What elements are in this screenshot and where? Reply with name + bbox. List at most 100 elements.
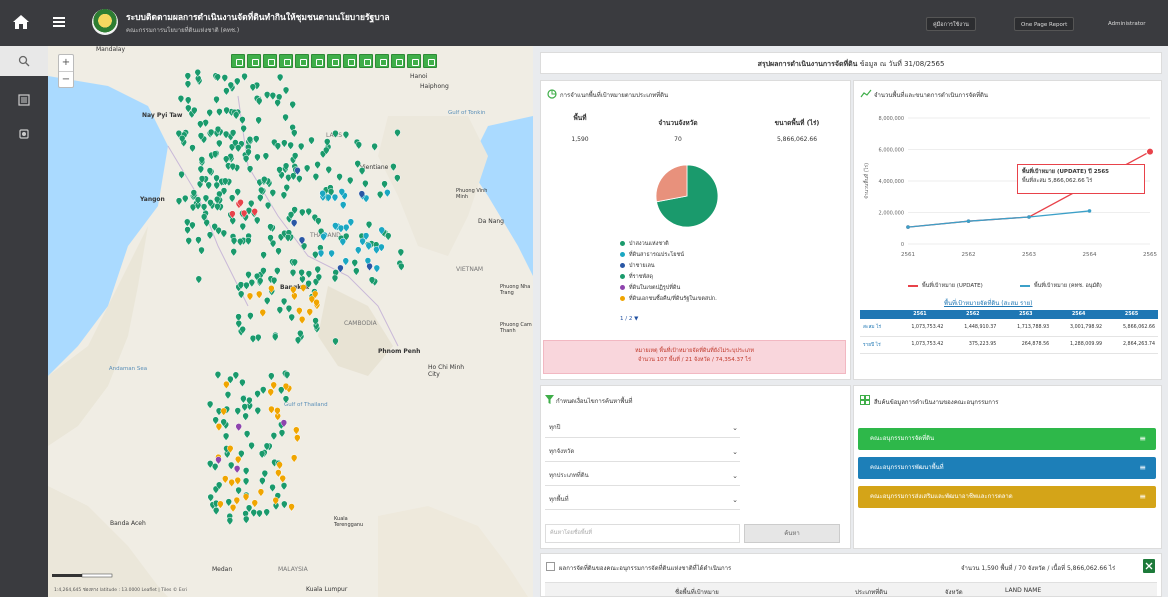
map-marker[interactable] xyxy=(280,482,288,491)
map-marker[interactable] xyxy=(223,106,230,116)
map-marker[interactable] xyxy=(233,496,241,506)
map-marker[interactable] xyxy=(184,96,192,105)
map-marker[interactable] xyxy=(269,92,277,101)
map-marker[interactable] xyxy=(366,262,373,272)
map-marker[interactable] xyxy=(237,238,244,247)
map-marker[interactable] xyxy=(216,139,223,148)
home-icon[interactable] xyxy=(12,13,30,31)
map-marker[interactable] xyxy=(362,180,369,189)
print-tool-icon[interactable] xyxy=(391,54,405,68)
map-marker[interactable] xyxy=(240,395,247,404)
map-marker[interactable] xyxy=(283,371,291,380)
map-marker[interactable] xyxy=(365,220,373,230)
map-marker[interactable] xyxy=(354,160,361,169)
legend-item[interactable]: ป่าสงวนแห่งชาติ xyxy=(620,240,669,248)
map-marker[interactable] xyxy=(223,380,230,390)
layer-tool-icon[interactable] xyxy=(359,54,373,68)
map-marker[interactable] xyxy=(260,251,267,260)
map-marker[interactable] xyxy=(178,170,185,180)
map-marker[interactable] xyxy=(197,165,205,174)
map-marker[interactable] xyxy=(220,407,227,416)
map-marker[interactable] xyxy=(254,390,261,399)
map-marker[interactable] xyxy=(371,142,378,152)
map-marker[interactable] xyxy=(325,166,333,175)
map-marker[interactable] xyxy=(381,180,388,189)
zoom-in-tool-icon[interactable] xyxy=(247,54,261,68)
map-marker[interactable] xyxy=(243,430,251,439)
map-marker[interactable] xyxy=(249,83,257,92)
map-marker[interactable] xyxy=(185,237,192,246)
map-marker[interactable] xyxy=(213,181,221,190)
hamburger-menu-icon[interactable] xyxy=(52,15,66,29)
map-view[interactable]: Mandalay Hanoi Haiphong Nay Pyi Taw LAOS… xyxy=(48,46,533,597)
map-marker[interactable] xyxy=(248,441,255,451)
map-marker[interactable] xyxy=(269,483,276,493)
map-marker[interactable] xyxy=(206,109,213,118)
map-marker[interactable] xyxy=(205,181,212,190)
map-marker[interactable] xyxy=(254,153,261,162)
zoom-out-tool-icon[interactable] xyxy=(263,54,277,68)
data-point[interactable] xyxy=(906,225,910,229)
map-marker[interactable] xyxy=(274,267,281,276)
settings-tool-icon[interactable] xyxy=(423,54,437,68)
map-marker[interactable] xyxy=(282,86,290,95)
pan-tool-icon[interactable] xyxy=(279,54,293,68)
map-marker[interactable] xyxy=(283,184,291,193)
map-marker[interactable] xyxy=(390,163,397,172)
zoom-in-button[interactable]: + xyxy=(59,55,73,71)
map-marker[interactable] xyxy=(249,334,257,344)
map-marker[interactable] xyxy=(288,313,295,322)
map-marker[interactable] xyxy=(280,191,288,200)
map-marker[interactable] xyxy=(276,73,284,82)
basemap-tool-icon[interactable] xyxy=(343,54,357,68)
land-type-select[interactable]: ทุกประเภทที่ดิน ⌄ xyxy=(545,466,740,486)
map-marker[interactable] xyxy=(184,80,192,89)
map-marker[interactable] xyxy=(288,503,295,512)
map-marker[interactable] xyxy=(291,292,298,301)
map-marker[interactable] xyxy=(281,139,288,148)
map-marker[interactable] xyxy=(222,475,229,484)
layers-icon[interactable] xyxy=(18,128,30,140)
map-marker[interactable] xyxy=(331,274,339,283)
map-marker[interactable] xyxy=(328,249,335,259)
search-button[interactable]: ค้นหา xyxy=(744,524,840,543)
map-marker[interactable] xyxy=(358,167,366,176)
map-marker[interactable] xyxy=(259,309,267,318)
map-marker[interactable] xyxy=(376,190,384,200)
map-marker[interactable] xyxy=(373,264,381,273)
map-marker[interactable] xyxy=(230,237,238,246)
one-page-report-button[interactable]: One Page Report xyxy=(1014,17,1075,31)
legend-item[interactable]: ที่ราชพัสดุ xyxy=(620,273,653,281)
sidebar-search[interactable] xyxy=(0,46,48,76)
data-point[interactable] xyxy=(1027,215,1031,219)
map-marker[interactable] xyxy=(206,231,214,240)
map-marker[interactable] xyxy=(282,395,290,404)
map-marker[interactable] xyxy=(235,423,242,432)
map-marker[interactable] xyxy=(355,246,362,255)
map-marker[interactable] xyxy=(270,432,278,441)
previous-extent-tool-icon[interactable] xyxy=(311,54,325,68)
map-marker[interactable] xyxy=(229,217,237,226)
map-marker[interactable] xyxy=(299,208,306,217)
series-line-1[interactable] xyxy=(907,210,1090,228)
map-marker[interactable] xyxy=(242,477,250,486)
map-marker[interactable] xyxy=(394,129,401,138)
map-marker[interactable] xyxy=(228,478,235,488)
checkbox-icon[interactable] xyxy=(546,562,555,571)
map-marker[interactable] xyxy=(189,144,196,153)
map-marker[interactable] xyxy=(275,247,282,256)
map-marker[interactable] xyxy=(353,267,360,276)
map-marker[interactable] xyxy=(312,173,320,182)
map-marker[interactable] xyxy=(279,474,286,484)
map-marker[interactable] xyxy=(247,199,255,209)
map-marker[interactable] xyxy=(271,333,279,342)
map-marker[interactable] xyxy=(245,237,252,246)
map-marker[interactable] xyxy=(235,144,242,153)
map-marker[interactable] xyxy=(270,276,278,286)
progress-line-chart[interactable]: 0 2,000,000 4,000,000 6,000,000 8,000,000 256… xyxy=(858,104,1160,294)
legend-item[interactable]: ที่ดินสาธารณประโยชน์ xyxy=(620,251,684,259)
map-markers[interactable] xyxy=(48,46,533,597)
map-marker[interactable] xyxy=(394,174,401,183)
map-marker[interactable] xyxy=(355,141,363,150)
map-marker[interactable] xyxy=(261,469,269,479)
